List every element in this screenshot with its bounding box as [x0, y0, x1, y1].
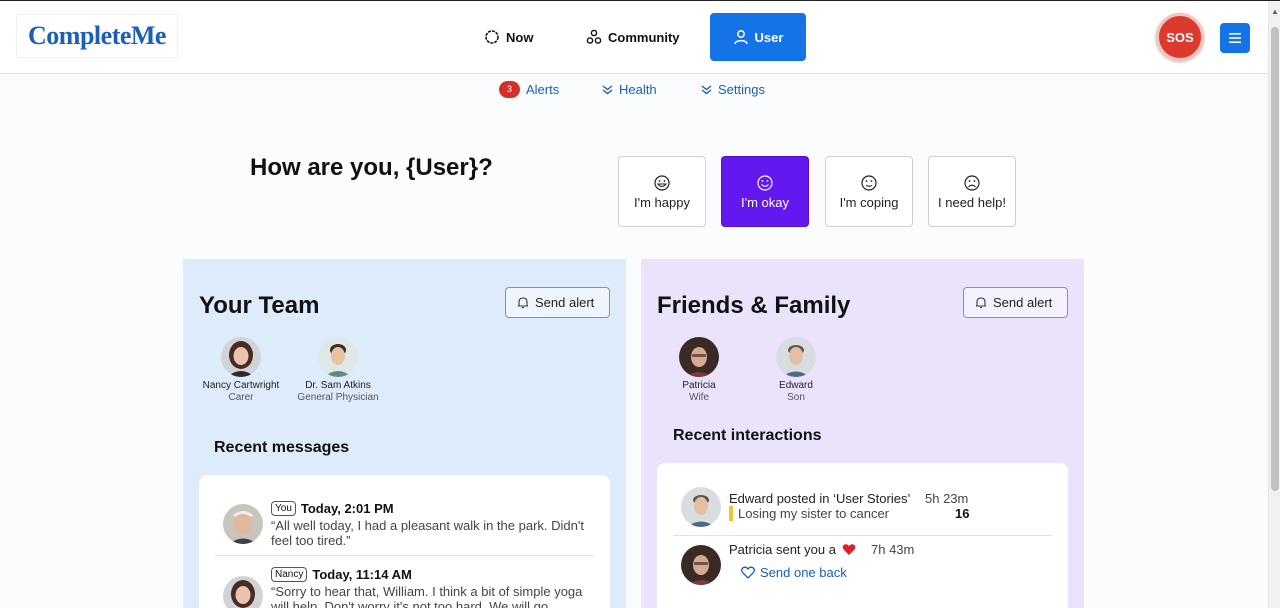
post-count: 16 — [955, 506, 970, 521]
avatar — [223, 576, 263, 608]
user-icon — [733, 30, 748, 45]
avatar — [776, 337, 816, 377]
member-name: Nancy Cartwright — [202, 380, 280, 391]
mood-okay-label: I'm okay — [741, 194, 789, 210]
mood-coping-label: I'm coping — [839, 194, 899, 210]
divider — [673, 535, 1052, 536]
nav-now[interactable]: Now — [474, 13, 543, 61]
sad-face-icon — [964, 174, 980, 191]
team-member-nancy[interactable]: Nancy Cartwright Carer — [196, 337, 286, 404]
member-name: Patricia — [682, 380, 716, 391]
mood-coping-button[interactable]: I'm coping — [825, 156, 913, 227]
avatar — [681, 545, 721, 585]
team-title: Your Team — [199, 292, 320, 319]
scrollbar[interactable]: ▲ — [1268, 1, 1280, 608]
message-time: Today, 11:14 AM — [312, 567, 412, 582]
member-name: Edward — [779, 380, 813, 391]
family-send-alert-label: Send alert — [993, 295, 1053, 310]
tab-settings-label: Settings — [718, 81, 765, 97]
heart-outline-icon — [741, 566, 755, 579]
mood-happy-button[interactable]: I'm happy — [618, 156, 706, 227]
tab-alerts[interactable]: 3 Alerts — [499, 80, 559, 98]
community-icon — [586, 29, 602, 44]
avatar — [318, 337, 358, 377]
greeting-heading: How are you, {User}? — [250, 154, 493, 181]
hamburger-icon — [1229, 33, 1241, 43]
bell-icon — [518, 297, 528, 309]
sos-button[interactable]: SOS — [1156, 13, 1204, 61]
menu-button[interactable] — [1220, 23, 1250, 53]
member-role: Son — [787, 392, 805, 403]
tab-settings[interactable]: Settings — [701, 80, 765, 98]
nav-user-label: User — [754, 29, 784, 45]
double-chevron-down-icon — [602, 84, 613, 94]
family-title: Friends & Family — [657, 292, 851, 319]
message-text: “Sorry to hear that, William. I think a … — [271, 584, 583, 608]
mood-happy-label: I'm happy — [634, 194, 690, 210]
team-panel: Your Team Send alert Nancy Cartwright Ca… — [183, 259, 626, 608]
avatar — [681, 487, 721, 527]
team-member-sam[interactable]: Dr. Sam Atkins General Physician — [293, 337, 383, 404]
message-text: “All well today, I had a pleasant walk i… — [271, 518, 584, 548]
header: CompleteMe Now Community User SOS — [0, 1, 1268, 74]
neutral-face-icon — [861, 174, 877, 191]
interaction-text: Patricia sent you a — [729, 542, 836, 557]
family-panel: Friends & Family Send alert Patricia Wif… — [641, 259, 1084, 608]
circle-icon — [485, 30, 499, 44]
mood-help-button[interactable]: I need help! — [928, 156, 1016, 227]
team-send-alert-label: Send alert — [535, 295, 595, 310]
family-member-edward[interactable]: Edward Son — [751, 337, 841, 404]
mood-help-label: I need help! — [938, 194, 1006, 210]
tab-alerts-label: Alerts — [526, 81, 560, 97]
family-send-alert-button[interactable]: Send alert — [963, 287, 1068, 318]
send-one-back-link[interactable]: Send one back — [741, 565, 847, 580]
logo-text: CompleteMe — [28, 21, 166, 50]
grin-face-icon — [654, 174, 670, 191]
sender-tag: You — [271, 501, 296, 516]
double-chevron-down-icon — [701, 84, 712, 94]
mood-okay-button[interactable]: I'm okay — [721, 156, 809, 227]
recent-messages-title: Recent messages — [214, 439, 350, 456]
team-send-alert-button[interactable]: Send alert — [505, 287, 610, 318]
alerts-count-badge: 3 — [499, 80, 520, 98]
nav-community-label: Community — [608, 29, 680, 45]
smile-face-icon — [757, 174, 773, 191]
nav-now-label: Now — [506, 29, 534, 45]
avatar — [679, 337, 719, 377]
nav-community[interactable]: Community — [576, 13, 690, 61]
scrollbar-thumb[interactable] — [1271, 27, 1279, 491]
interaction-time: 5h 23m — [925, 491, 969, 506]
member-role: General Physician — [297, 392, 379, 403]
recent-interactions-title: Recent interactions — [673, 427, 822, 444]
heart-icon — [842, 544, 856, 555]
quote-bar — [729, 506, 733, 521]
send-one-back-label: Send one back — [760, 565, 847, 580]
post-title-text: Losing my sister to cancer — [738, 506, 890, 521]
family-member-patricia[interactable]: Patricia Wife — [654, 337, 744, 404]
interaction-time: 7h 43m — [871, 542, 915, 557]
member-role: Carer — [228, 392, 254, 403]
post-title[interactable]: Losing my sister to cancer — [729, 506, 889, 521]
recent-messages-card: You Today, 2:01 PM “All well today, I ha… — [199, 475, 610, 608]
member-name: Dr. Sam Atkins — [305, 380, 371, 391]
nav-user[interactable]: User — [710, 13, 806, 61]
message-time: Today, 2:01 PM — [300, 501, 394, 516]
tab-health[interactable]: Health — [602, 80, 657, 98]
interaction-text: Edward posted in ‘User Stories’ — [729, 491, 911, 506]
logo[interactable]: CompleteMe — [16, 14, 178, 58]
divider — [215, 555, 594, 556]
avatar — [221, 337, 261, 377]
recent-interactions-card: Edward posted in ‘User Stories’ 5h 23m L… — [657, 463, 1068, 608]
bell-icon — [976, 297, 986, 309]
scroll-up-arrow-icon[interactable]: ▲ — [1271, 7, 1279, 16]
sender-tag: Nancy — [271, 567, 308, 582]
avatar — [223, 504, 263, 544]
member-role: Wife — [689, 392, 709, 403]
tab-health-label: Health — [619, 81, 657, 97]
